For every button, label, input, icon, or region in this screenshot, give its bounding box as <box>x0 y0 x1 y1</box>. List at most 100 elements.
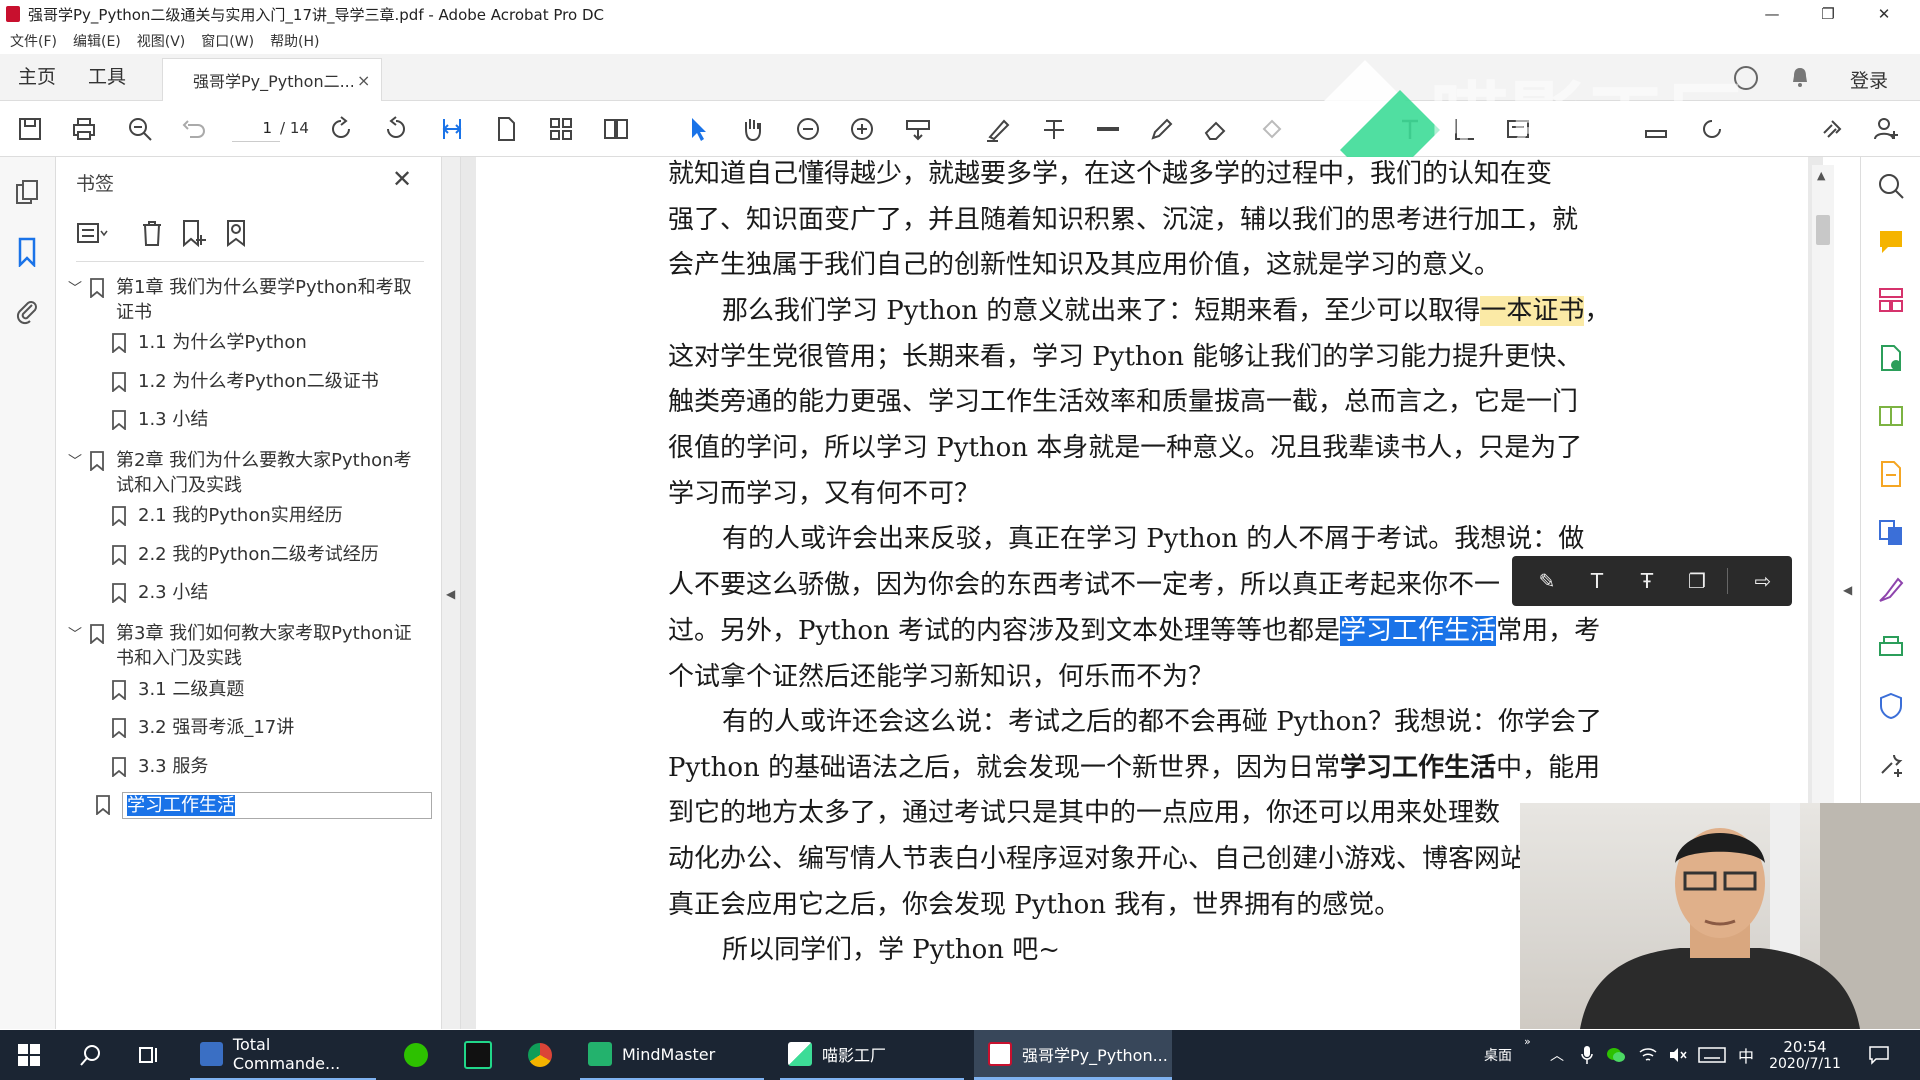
taskbar-app-mindmaster[interactable]: MindMaster <box>580 1030 764 1080</box>
bookmark-2-3[interactable]: 2.3 小结 <box>112 580 428 605</box>
delete-bookmark-icon[interactable] <box>136 217 168 249</box>
tab-tools[interactable]: 工具 <box>88 54 126 100</box>
collapse-left-icon[interactable]: ◀ <box>446 587 455 601</box>
menu-window[interactable]: 窗口(W) <box>201 31 254 51</box>
selected-text[interactable]: 学习工作生活 <box>1340 616 1497 646</box>
show-hidden-icons-icon[interactable]: ︿ <box>1550 1030 1564 1080</box>
scroll-thumb[interactable] <box>1816 215 1830 245</box>
tab-document[interactable]: 强哥学Py_Python二... × <box>162 58 382 101</box>
create-pdf-icon[interactable] <box>1876 459 1906 489</box>
print-production-icon[interactable] <box>1876 633 1906 663</box>
rotate-counterclockwise-icon[interactable] <box>380 113 412 145</box>
undo-icon[interactable] <box>178 113 210 145</box>
taskbar-app-filmora[interactable]: 喵影工厂 <box>780 1030 964 1080</box>
bookmark-3-2[interactable]: 3.2 强哥考派_17讲 <box>112 715 428 740</box>
bookmark-3-1[interactable]: 3.1 二级真题 <box>112 677 428 702</box>
bookmark-chapter-2[interactable]: ﹀ 第2章 我们为什么要教大家Python考试和入门及实践 <box>68 448 421 498</box>
menu-edit[interactable]: 编辑(E) <box>73 31 121 51</box>
export-pdf-icon[interactable] <box>1876 343 1906 373</box>
taskbar-app-acrobat[interactable]: 强哥学Py_Python... <box>974 1030 1172 1080</box>
scroll-up-icon[interactable]: ▲ <box>1817 169 1825 182</box>
tab-home[interactable]: 主页 <box>18 54 56 100</box>
add-bookmark-icon[interactable]: ⇨ <box>1750 568 1776 594</box>
highlight-icon[interactable]: ✎ <box>1534 568 1560 594</box>
text-icon[interactable]: T <box>1584 568 1610 594</box>
organize-pages-icon[interactable] <box>1876 285 1906 315</box>
task-view-button[interactable] <box>134 1030 164 1080</box>
print-icon[interactable] <box>68 113 100 145</box>
bookmark-options-icon[interactable] <box>76 217 108 249</box>
zoom-in-icon[interactable] <box>846 113 878 145</box>
menu-view[interactable]: 视图(V) <box>137 31 186 51</box>
desktop-toolbar[interactable]: 桌面 <box>1484 1030 1512 1080</box>
search-button[interactable] <box>76 1030 106 1080</box>
close-window-button[interactable]: ✕ <box>1856 0 1912 28</box>
wechat-tray-icon[interactable] <box>1606 1030 1626 1080</box>
eraser-icon[interactable] <box>1200 113 1232 145</box>
copy-icon[interactable]: ❐ <box>1684 568 1710 594</box>
start-button[interactable] <box>14 1030 44 1080</box>
expand-right-pane-icon[interactable]: ◀ <box>1843 583 1852 597</box>
hand-tool-icon[interactable] <box>736 113 768 145</box>
protect-icon[interactable] <box>1876 691 1906 721</box>
menu-help[interactable]: 帮助(H) <box>270 31 319 51</box>
taskbar-app-pycharm[interactable] <box>458 1030 498 1080</box>
panel-splitter[interactable]: ◀ <box>442 157 461 1029</box>
zoom-search-icon[interactable] <box>124 113 156 145</box>
select-cursor-icon[interactable] <box>682 113 714 145</box>
bookmark-rename-input[interactable]: 学习工作生活 <box>122 792 432 819</box>
restore-button[interactable]: ❐ <box>1800 0 1856 28</box>
chevron-down-icon[interactable]: ﹀ <box>68 277 90 302</box>
close-bookmarks-button[interactable]: ✕ <box>392 165 412 193</box>
menu-file[interactable]: 文件(F) <box>10 31 57 51</box>
two-page-icon[interactable] <box>600 113 632 145</box>
search-bookmark-icon[interactable] <box>222 217 254 249</box>
chevron-down-icon[interactable]: ﹀ <box>68 450 90 475</box>
fit-page-icon[interactable] <box>436 113 468 145</box>
attachments-icon[interactable] <box>14 295 40 325</box>
strikethrough-text-icon[interactable] <box>1038 113 1070 145</box>
bookmark-2-1[interactable]: 2.1 我的Python实用经历 <box>112 503 428 528</box>
chevron-down-icon[interactable]: ﹀ <box>68 623 90 648</box>
volume-muted-icon[interactable] <box>1668 1030 1688 1080</box>
single-page-icon[interactable] <box>490 113 522 145</box>
bookmark-new-selected[interactable]: 学习工作生活 <box>96 792 432 819</box>
taskbar-app-chrome[interactable] <box>520 1030 560 1080</box>
bookmark-3-3[interactable]: 3.3 服务 <box>112 754 428 779</box>
rotate-clockwise-icon[interactable] <box>325 113 357 145</box>
pencil-icon[interactable] <box>1146 113 1178 145</box>
input-method-indicator[interactable]: 中 <box>1738 1030 1754 1080</box>
strikethrough-icon[interactable]: Ŧ <box>1634 568 1660 594</box>
fill-icon[interactable] <box>1256 113 1288 145</box>
more-tools-icon[interactable] <box>1876 749 1906 779</box>
notifications-icon[interactable] <box>1868 1030 1890 1080</box>
bookmark-2-2[interactable]: 2.2 我的Python二级考试经历 <box>112 542 428 567</box>
keyboard-icon[interactable] <box>1698 1030 1726 1080</box>
save-icon[interactable] <box>14 113 46 145</box>
marquee-zoom-icon[interactable] <box>902 113 934 145</box>
microphone-icon[interactable] <box>1580 1030 1594 1080</box>
close-tab-icon[interactable]: × <box>357 71 370 90</box>
minimize-button[interactable]: — <box>1744 0 1800 28</box>
network-icon[interactable] <box>1638 1030 1658 1080</box>
bookmark-1-2[interactable]: 1.2 为什么考Python二级证书 <box>112 369 428 394</box>
bookmark-1-1[interactable]: 1.1 为什么学Python <box>112 330 428 355</box>
line-tool-icon[interactable] <box>1092 113 1124 145</box>
page-thumbnails-icon[interactable] <box>14 179 40 207</box>
zoom-out-icon[interactable] <box>792 113 824 145</box>
bookmark-chapter-3[interactable]: ﹀ 第3章 我们如何教大家考取Python证书和入门及实践 <box>68 621 421 671</box>
highlight-pen-icon[interactable] <box>982 113 1014 145</box>
bookmark-1-3[interactable]: 1.3 小结 <box>112 407 428 432</box>
new-bookmark-icon[interactable] <box>178 217 210 249</box>
comment-icon[interactable] <box>1876 227 1906 257</box>
taskbar-app-wechat[interactable] <box>396 1030 436 1080</box>
bookmark-chapter-1[interactable]: ﹀ 第1章 我们为什么要学Python和考取证书 <box>68 275 421 325</box>
scroll-pages-icon[interactable] <box>545 113 577 145</box>
combine-files-icon[interactable] <box>1876 517 1906 547</box>
fill-sign-icon[interactable] <box>1876 575 1906 605</box>
clock[interactable]: 20:54 2020/7/11 <box>1769 1030 1841 1080</box>
taskbar-app-total-commander[interactable]: Total Commande... <box>190 1030 376 1080</box>
zoom-tool-icon[interactable] <box>1876 171 1906 201</box>
page-number-input[interactable]: 1 <box>232 115 280 142</box>
toolbar-expand-icon[interactable]: » <box>1524 1016 1531 1066</box>
